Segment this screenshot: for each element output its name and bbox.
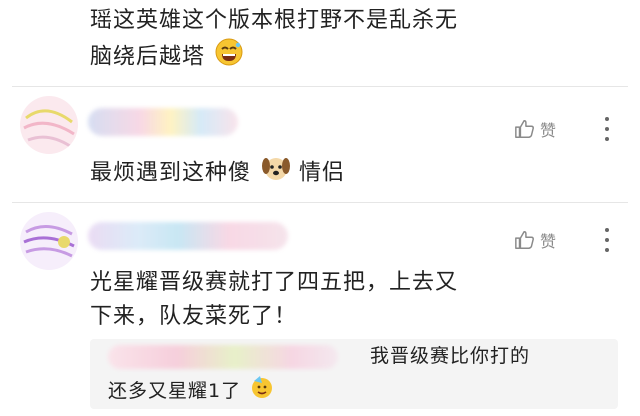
comment-1-line-2: 脑绕后越塔 (90, 38, 243, 77)
party-face-emoji (250, 375, 274, 408)
like-button[interactable]: 赞 (514, 228, 556, 252)
reply-line-1: 我晋级赛比你打的 (370, 345, 531, 367)
thumbs-up-icon (515, 231, 534, 249)
comment-1-line-2-text: 脑绕后越塔 (90, 44, 206, 70)
like-button[interactable]: 赞 (514, 117, 556, 141)
reply-line-2: 还多又星耀1了 (108, 375, 274, 408)
comment-divider-1 (12, 86, 628, 87)
comment-1-line-1: 瑶这英雄这个版本根打野不是乱杀无 (90, 8, 459, 33)
thumbs-up-icon (515, 120, 534, 138)
dog-face-emoji (261, 154, 291, 193)
username-blurred[interactable] (88, 108, 238, 136)
comment-2-text-part-2: 情侣 (299, 160, 346, 186)
more-vertical-icon[interactable] (604, 228, 610, 252)
grin-sweat-emoji (215, 38, 243, 77)
comment-divider-2 (12, 202, 628, 203)
comment-3-line-1: 光星耀晋级赛就打了四五把，上去又 (90, 270, 459, 295)
more-vertical-icon[interactable] (604, 117, 610, 141)
username-blurred[interactable] (88, 222, 288, 250)
avatar[interactable] (20, 96, 78, 154)
reply-line-2-text: 还多又星耀1了 (108, 380, 242, 402)
reply-box[interactable]: 我晋级赛比你打的 还多又星耀1了 (90, 339, 618, 409)
avatar[interactable] (20, 212, 78, 270)
comment-2-text-part-1: 最烦遇到这种傻 (90, 160, 252, 186)
comment-2-text: 最烦遇到这种傻 情侣 (90, 154, 345, 193)
comment-3-line-2: 下来，队友菜死了！ (90, 304, 298, 329)
reply-username-blurred[interactable] (108, 345, 338, 369)
like-label: 赞 (540, 121, 557, 140)
like-label: 赞 (540, 232, 557, 251)
